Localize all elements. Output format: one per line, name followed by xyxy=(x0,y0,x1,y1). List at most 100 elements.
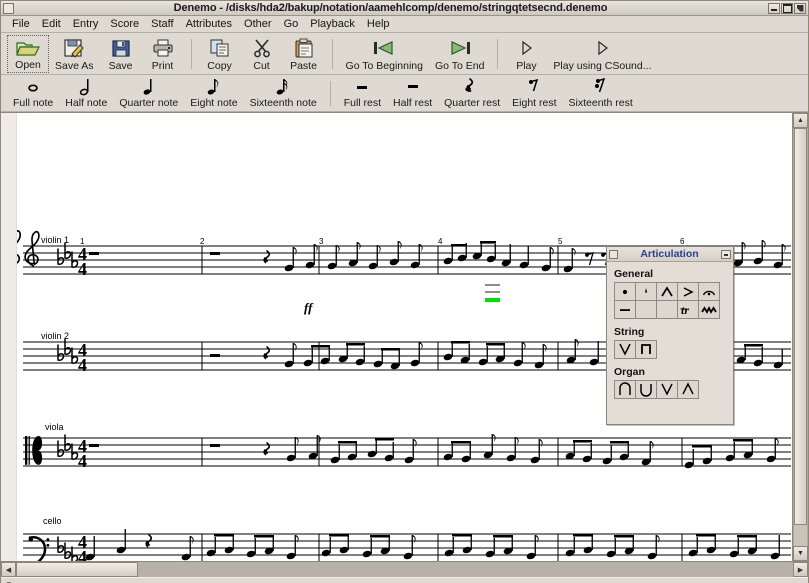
full-rest-button[interactable]: Full rest xyxy=(338,77,387,110)
toolbar-separator xyxy=(329,81,331,106)
marcato-button[interactable] xyxy=(656,282,678,301)
go-to-beginning-button[interactable]: Go To Beginning xyxy=(340,35,429,73)
application-window: Denemo - /disks/hda2/bakup/notation/aame… xyxy=(0,0,809,583)
folder-open-icon xyxy=(16,37,40,58)
down-bow-icon xyxy=(617,342,633,357)
vertical-scroll-thumb[interactable] xyxy=(794,128,807,526)
vertical-scrollbar[interactable]: ▲ ▼ xyxy=(792,113,808,561)
scroll-down-button[interactable]: ▼ xyxy=(793,546,808,561)
horizontal-scroll-trough[interactable] xyxy=(16,562,793,577)
skip-to-end-icon xyxy=(448,37,472,59)
turn-button[interactable] xyxy=(635,300,657,319)
fermata-button[interactable] xyxy=(698,282,720,301)
print-label: Print xyxy=(151,60,174,72)
tenuto-button[interactable] xyxy=(614,300,636,319)
horizontal-scroll-thumb[interactable] xyxy=(16,562,138,577)
main-toolbar: Open Save As Save Print Copy Cut Paste G… xyxy=(1,33,808,75)
sixteenth-note-button[interactable]: Sixteenth note xyxy=(244,77,323,110)
organ-up-button[interactable] xyxy=(677,380,699,399)
full-note-button[interactable]: Full note xyxy=(7,77,59,110)
menu-file[interactable]: File xyxy=(6,17,36,31)
menu-attributes[interactable]: Attributes xyxy=(180,17,238,31)
cut-button[interactable]: Cut xyxy=(241,35,283,73)
copy-button[interactable]: Copy xyxy=(199,35,241,73)
articulation-palette[interactable]: Articulation General tr String Organ xyxy=(606,246,734,425)
menu-edit[interactable]: Edit xyxy=(36,17,67,31)
scroll-up-button[interactable]: ▲ xyxy=(793,113,808,128)
save-as-label: Save As xyxy=(55,60,94,72)
print-button[interactable]: Print xyxy=(142,35,184,73)
half-note-label: Half note xyxy=(65,97,108,109)
play-csound-button[interactable]: Play using CSound... xyxy=(547,35,657,73)
svg-text:1: 1 xyxy=(80,237,85,246)
organ-heel-icon xyxy=(617,382,633,397)
svg-text:cello: cello xyxy=(43,516,62,526)
scroll-left-button[interactable]: ◀ xyxy=(1,562,16,577)
menu-staff[interactable]: Staff xyxy=(145,17,179,31)
paste-button[interactable]: Paste xyxy=(283,35,325,73)
quarter-note-button[interactable]: Quarter note xyxy=(113,77,184,110)
vertical-scroll-trough[interactable] xyxy=(793,128,808,546)
reverse-turn-button[interactable] xyxy=(656,300,678,319)
organ-down-button[interactable] xyxy=(656,380,678,399)
scroll-right-button[interactable]: ▶ xyxy=(793,562,808,577)
menu-playback[interactable]: Playback xyxy=(304,17,361,31)
open-button-label: Open xyxy=(15,59,41,71)
organ-heel-button[interactable] xyxy=(614,380,636,399)
open-button[interactable]: Open xyxy=(7,35,49,73)
horizontal-scrollbar[interactable]: ◀ ▶ xyxy=(1,561,808,577)
menu-entry[interactable]: Entry xyxy=(67,17,105,31)
menu-go[interactable]: Go xyxy=(278,17,305,31)
toolbar-separator xyxy=(497,39,499,69)
window-menu-icon[interactable] xyxy=(3,2,14,14)
play-label: Play xyxy=(516,60,537,72)
organ-toe-button[interactable] xyxy=(635,380,657,399)
svg-text:tr: tr xyxy=(681,303,689,317)
palette-menu-icon[interactable] xyxy=(609,249,618,259)
menu-other[interactable]: Other xyxy=(238,17,278,31)
fermata-icon xyxy=(701,285,717,299)
save-button[interactable]: Save xyxy=(100,35,142,73)
organ-toe-icon xyxy=(638,382,654,397)
half-note-button[interactable]: Half note xyxy=(59,77,113,110)
staccatissimo-icon xyxy=(638,285,654,299)
eight-note-button[interactable]: Eight note xyxy=(184,77,243,110)
maximize-button[interactable] xyxy=(781,2,793,14)
score-canvas[interactable]: violin 1 4 4 1 2 3 4 5 6 ff violin 2 4 4… xyxy=(1,113,792,561)
save-as-button[interactable]: Save As xyxy=(49,35,100,73)
staff-cello: cello 4 4 xyxy=(23,516,791,561)
mordent-button[interactable] xyxy=(698,300,720,319)
half-note-icon xyxy=(78,77,94,96)
quarter-note-icon xyxy=(141,77,157,96)
quarter-rest-icon xyxy=(465,77,479,96)
minimize-button[interactable] xyxy=(768,2,780,14)
sixteenth-rest-button[interactable]: Sixteenth rest xyxy=(563,77,639,110)
svg-text:4: 4 xyxy=(78,547,87,561)
palette-minimize-button[interactable] xyxy=(721,249,731,259)
toolbar-separator xyxy=(331,39,333,69)
toolbar-separator xyxy=(190,39,192,69)
sixteenth-rest-icon xyxy=(594,77,608,96)
downbow-button[interactable] xyxy=(614,340,636,359)
edit-cursor xyxy=(485,284,500,302)
menu-score[interactable]: Score xyxy=(104,17,145,31)
staccatissimo-button[interactable] xyxy=(635,282,657,301)
menu-help[interactable]: Help xyxy=(361,17,396,31)
staccato-button[interactable] xyxy=(614,282,636,301)
palette-body: General tr String Organ xyxy=(607,262,733,403)
trill-button[interactable]: tr xyxy=(677,300,699,319)
eight-rest-button[interactable]: Eight rest xyxy=(506,77,562,110)
quarter-rest-button[interactable]: Quarter rest xyxy=(438,77,506,110)
accent-button[interactable] xyxy=(677,282,699,301)
go-to-end-button[interactable]: Go To End xyxy=(429,35,490,73)
half-rest-button[interactable]: Half rest xyxy=(387,77,438,110)
close-button[interactable] xyxy=(794,2,806,14)
general-row-1 xyxy=(614,282,726,301)
quarter-rest-label: Quarter rest xyxy=(444,97,501,109)
svg-text:5: 5 xyxy=(558,237,563,246)
full-rest-label: Full rest xyxy=(343,97,382,109)
upbow-button[interactable] xyxy=(635,340,657,359)
play-button[interactable]: Play xyxy=(505,35,547,73)
note-toolbar: Full note Half note Quarter note Eight n… xyxy=(1,75,808,112)
dynamic-ff: ff xyxy=(304,300,314,315)
